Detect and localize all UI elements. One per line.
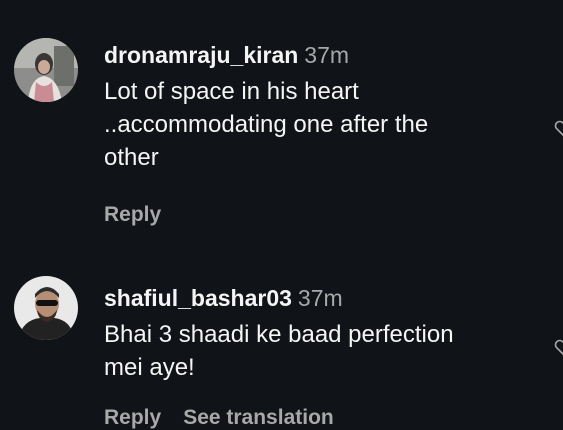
- comment-actions: Reply See translation: [104, 406, 356, 430]
- reply-button[interactable]: Reply: [104, 203, 161, 226]
- comment-text: Bhai 3 shaadi ke baad perfection mei aye…: [104, 321, 454, 381]
- heart-icon[interactable]: [554, 338, 563, 356]
- comment-body: dronamraju_kiran 37m Lot of space in his …: [104, 40, 544, 174]
- see-translation-button[interactable]: See translation: [183, 406, 334, 429]
- comment-body: shafiul_bashar03 37m Bhai 3 shaadi ke baa…: [104, 283, 544, 384]
- reply-button[interactable]: Reply: [104, 406, 161, 429]
- comment-actions: Reply: [104, 203, 183, 227]
- comment-header: dronamraju_kiran 37m: [104, 40, 544, 70]
- comment-timestamp: 37m: [304, 42, 350, 68]
- avatar[interactable]: [14, 276, 78, 340]
- avatar[interactable]: [14, 38, 78, 102]
- comment-username[interactable]: shafiul_bashar03: [104, 285, 292, 311]
- heart-icon[interactable]: [554, 119, 563, 137]
- comment-text: Lot of space in his heart ..accommodatin…: [104, 78, 429, 171]
- comment-timestamp: 37m: [297, 285, 343, 311]
- comment-username[interactable]: dronamraju_kiran: [104, 42, 298, 68]
- comment-header: shafiul_bashar03 37m: [104, 283, 544, 313]
